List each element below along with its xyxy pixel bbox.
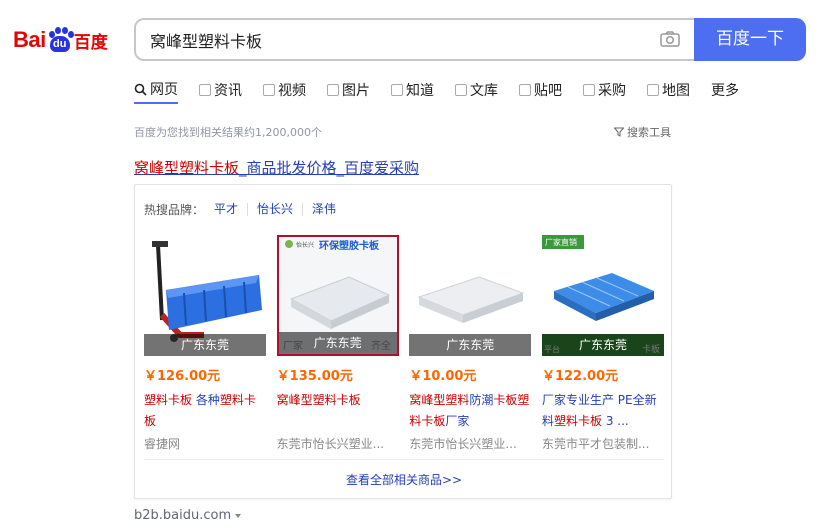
result-url-text: b2b.baidu.com [134,508,232,523]
view-all-products-link[interactable]: 查看全部相关商品>> [144,459,664,488]
product-location: 广东东莞 [144,334,266,356]
result-title-rest: _商品批发价格_百度爱采购 [239,159,420,177]
product-price: ￥135.00元 [276,369,353,384]
tab-1[interactable]: 资讯 [199,80,242,100]
tab-label: 网页 [150,82,178,98]
brand-link[interactable]: 怡长兴 [247,203,302,216]
product-name-text: 厂家 [445,414,470,428]
baidu-logo[interactable]: Bai du 百度 [13,22,117,58]
thumb-brand-text: 怡长兴 [296,241,314,249]
product-shop[interactable]: 东莞市怡长兴塑业... [409,435,531,452]
search-tools-label: 搜索工具 [627,126,671,139]
tab-label: 采购 [598,83,626,99]
product-name-link[interactable]: 窝峰型塑料防潮卡板塑料卡板厂家 [409,390,531,432]
product-name-highlight: 塑料卡板 [144,393,193,407]
tab-4[interactable]: 知道 [391,80,434,100]
product-card: 热搜品牌： 平才 怡长兴 泽伟 广东东莞 ￥126.00元 塑料卡板 各种塑料卡… [134,184,672,499]
product-price: ￥126.00元 [144,369,221,384]
logo-text-du: du [49,36,70,52]
thumb-banner-text: 环保塑胶卡板 [319,239,380,252]
tab-3[interactable]: 图片 [327,80,370,100]
product-name-link[interactable]: 窝峰型塑料卡板 [277,390,399,432]
tab-0[interactable]: 网页 [134,80,178,104]
news-icon [199,84,211,96]
tab-label: 知道 [406,83,434,99]
tab-label: 图片 [342,83,370,99]
tab-6[interactable]: 贴吧 [519,80,562,100]
product-image[interactable]: 怡长兴 环保塑胶卡板 厂家 齐全 广东东莞 [276,235,399,356]
tab-2[interactable]: 视频 [263,80,306,100]
product-item[interactable]: 厂家直销 平台 卡板 广东东莞 ￥122.00元 厂家专业生产 PE全新料塑料卡… [541,235,664,452]
question-icon [391,84,403,96]
tab-7[interactable]: 采购 [583,80,626,100]
search-input[interactable] [136,20,636,59]
tab-label: 文库 [470,83,498,99]
thumb-badge-text: 厂家直销 [545,237,577,247]
hot-brands-label: 热搜品牌： [144,203,205,217]
hot-brands: 热搜品牌： 平才 怡长兴 泽伟 [144,201,345,218]
tab-9[interactable]: 更多 [711,80,739,100]
shopping-icon [583,84,595,96]
result-count: 百度为您找到相关结果约1,200,000个 [134,126,322,139]
tab-label: 更多 [711,83,739,99]
brand-link[interactable]: 泽伟 [302,203,345,216]
product-item[interactable]: 怡长兴 环保塑胶卡板 厂家 齐全 广东东莞 ￥135.00元 窝峰型塑料卡板 东… [276,235,399,452]
product-image[interactable]: 广东东莞 [409,235,532,356]
image-icon [327,84,339,96]
map-icon [647,84,659,96]
product-image[interactable]: 厂家直销 平台 卡板 广东东莞 [541,235,664,356]
product-location: 广东东莞 [409,334,532,356]
search-tabs: 网页 资讯 视频 图片 知道 文库 贴吧 采购 地图 更多 [134,80,739,106]
product-image[interactable]: 广东东莞 [144,235,266,356]
search-box [134,18,696,61]
tab-label: 视频 [278,83,306,99]
result-title-link[interactable]: 窝峰型塑料卡板_商品批发价格_百度爱采购 [134,157,419,178]
search-icon [134,83,147,96]
product-name-text: 各种 [192,393,220,407]
product-price: ￥122.00元 [541,369,619,384]
product-name-link[interactable]: 厂家专业生产 PE全新料塑料卡板 3 ... [542,390,664,432]
brand-link[interactable]: 平才 [212,203,247,216]
product-item[interactable]: 广东东莞 ￥10.00元 窝峰型塑料防潮卡板塑料卡板厂家 东莞市怡长兴塑业... [409,235,532,452]
tab-label: 贴吧 [534,83,562,99]
product-name-text: 3 ... [602,414,629,428]
product-name-highlight: 窝峰型塑料 [409,393,470,407]
search-button[interactable]: 百度一下 [694,18,806,61]
product-name-highlight: 窝峰型塑料卡板 [276,393,361,407]
tab-8[interactable]: 地图 [647,80,690,100]
product-name-highlight: 塑料卡板 [553,414,602,428]
product-item[interactable]: 广东东莞 ￥126.00元 塑料卡板 各种塑料卡板 睿捷网 [144,235,266,452]
product-shop[interactable]: 睿捷网 [144,435,266,452]
product-location: 广东东莞 [541,334,664,356]
product-shop[interactable]: 东莞市怡长兴塑业... [277,435,399,452]
product-name-link[interactable]: 塑料卡板 各种塑料卡板 [144,390,266,432]
logo-text-bai: Bai [13,27,46,52]
caret-down-icon[interactable] [235,513,242,518]
product-shop[interactable]: 东莞市平才包装制... [542,435,664,452]
tab-5[interactable]: 文库 [455,80,498,100]
product-location: 广东东莞 [278,332,397,354]
paw-icon: du [47,27,74,53]
video-icon [263,84,275,96]
forum-icon [519,84,531,96]
document-icon [455,84,467,96]
product-price: ￥10.00元 [409,369,477,384]
tab-label: 地图 [662,83,690,99]
camera-icon[interactable] [660,31,680,47]
search-tools[interactable]: 搜索工具 [614,124,671,140]
product-list: 广东东莞 ￥126.00元 塑料卡板 各种塑料卡板 睿捷网 怡长兴 环保塑胶卡板… [144,235,664,452]
product-name-text: 防潮 [469,393,494,407]
result-title-highlight: 窝峰型塑料卡板 [134,159,240,177]
tab-label: 资讯 [214,83,242,99]
logo-text-cn: 百度 [73,32,108,53]
filter-icon [614,127,624,137]
result-url[interactable]: b2b.baidu.com [134,508,242,523]
